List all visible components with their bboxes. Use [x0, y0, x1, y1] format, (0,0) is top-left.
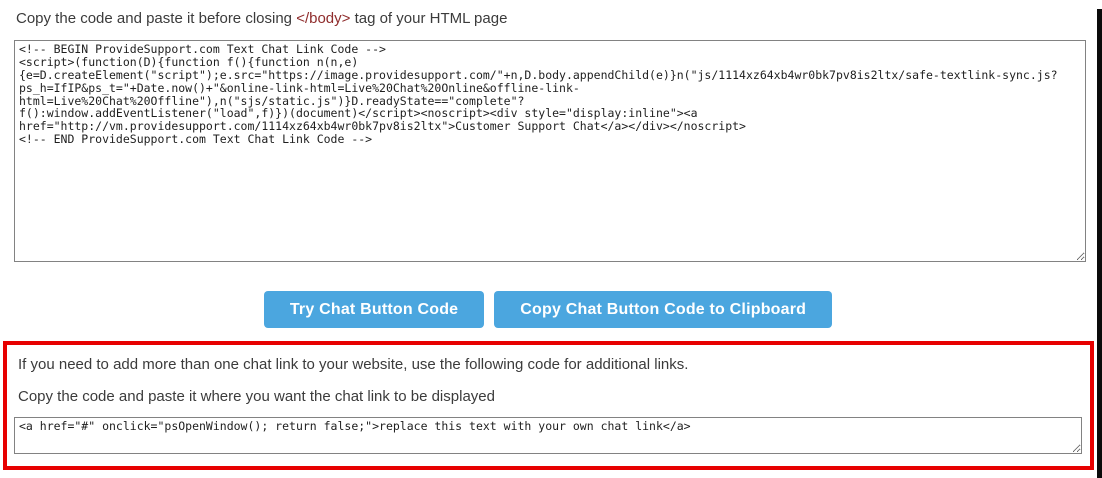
additional-links-instruction: Copy the code and paste it where you wan… [14, 387, 1090, 406]
right-edge-bar [1097, 9, 1102, 478]
additional-links-note: If you need to add more than one chat li… [14, 355, 1090, 374]
instruction-suffix: tag of your HTML page [350, 10, 507, 27]
instruction-prefix: Copy the code and paste it before closin… [16, 10, 296, 27]
try-chat-button-code-button[interactable]: Try Chat Button Code [264, 291, 484, 328]
button-row: Try Chat Button Code Copy Chat Button Co… [0, 291, 1096, 328]
additional-links-section: If you need to add more than one chat li… [3, 341, 1094, 470]
body-close-tag-code: </body> [296, 10, 350, 27]
additional-link-code-textarea[interactable]: <a href="#" onclick="psOpenWindow(); ret… [14, 417, 1082, 454]
chat-link-code-textarea[interactable]: <!-- BEGIN ProvideSupport.com Text Chat … [14, 40, 1086, 262]
copy-chat-button-code-button[interactable]: Copy Chat Button Code to Clipboard [494, 291, 832, 328]
main-instruction: Copy the code and paste it before closin… [16, 9, 1102, 29]
